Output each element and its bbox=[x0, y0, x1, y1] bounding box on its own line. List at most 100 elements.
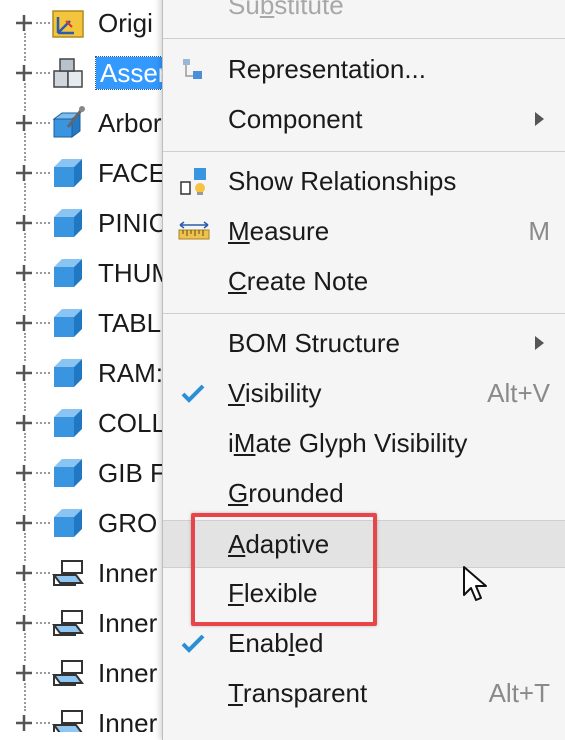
tree-node-label[interactable]: COLL bbox=[98, 407, 166, 439]
submenu-arrow-icon bbox=[535, 112, 544, 126]
part-cube-icon bbox=[54, 359, 82, 387]
tree-connector bbox=[36, 472, 50, 474]
tree-connector bbox=[36, 522, 50, 524]
tree-connector bbox=[24, 383, 26, 411]
tree-node-label[interactable]: PINIC bbox=[98, 207, 166, 239]
tree-node-label[interactable]: THUM bbox=[98, 257, 166, 289]
representation-icon bbox=[183, 59, 202, 79]
tree-connector bbox=[36, 22, 50, 24]
tree-node-label[interactable]: Inner bbox=[98, 707, 157, 732]
tree-node-label[interactable]: RAM: bbox=[98, 357, 163, 389]
menu-item-label[interactable]: Flexible bbox=[228, 577, 318, 609]
tree-connector bbox=[24, 33, 26, 61]
expand-plus-icon[interactable] bbox=[14, 13, 34, 33]
menu-item-component[interactable]: Component bbox=[163, 96, 565, 142]
tree-node-work-plane[interactable]: Inner bbox=[0, 683, 166, 732]
tree-node-label[interactable]: Inner bbox=[98, 657, 157, 689]
menu-item-label[interactable]: Component bbox=[228, 103, 362, 135]
tree-node-label[interactable]: Inner bbox=[98, 557, 157, 589]
tree-connector bbox=[36, 72, 50, 74]
tree-node-label[interactable]: GRO bbox=[98, 507, 157, 539]
menu-item-transparent[interactable]: Transparent Alt+T bbox=[163, 670, 565, 716]
part-cube-icon bbox=[54, 309, 82, 337]
menu-item-label[interactable]: Representation... bbox=[228, 53, 426, 85]
tree-node-label[interactable]: Origi bbox=[98, 7, 153, 39]
tree-connector bbox=[36, 622, 50, 624]
tree-connector bbox=[36, 122, 50, 124]
tree-node-label[interactable]: Inner bbox=[98, 607, 157, 639]
expand-plus-icon[interactable] bbox=[14, 263, 34, 283]
tree-connector bbox=[24, 483, 26, 511]
menu-item-label[interactable]: Transparent bbox=[228, 677, 367, 709]
menu-item-flexible[interactable]: Flexible bbox=[163, 570, 565, 616]
context-menu: Substitute Representation... Component S… bbox=[162, 0, 565, 740]
checkmark-icon bbox=[181, 634, 205, 653]
menu-item-label[interactable]: Grounded bbox=[228, 477, 344, 509]
menu-shortcut: M bbox=[528, 216, 550, 246]
tree-node-label[interactable]: TABL bbox=[98, 307, 161, 339]
menu-item-label[interactable]: Visibility bbox=[228, 377, 321, 409]
menu-item-label[interactable]: Show Relationships bbox=[228, 165, 456, 197]
expand-plus-icon[interactable] bbox=[14, 63, 34, 83]
menu-item-grounded[interactable]: Grounded bbox=[163, 470, 565, 516]
assembly-icon bbox=[53, 58, 83, 88]
expand-plus-icon[interactable] bbox=[14, 513, 34, 533]
part-cube-icon bbox=[54, 509, 82, 537]
menu-item-adaptive[interactable]: Adaptive bbox=[163, 520, 565, 568]
tree-node-label[interactable]: FACE bbox=[98, 157, 166, 189]
tree-connector bbox=[36, 672, 50, 674]
expand-plus-icon[interactable] bbox=[14, 363, 34, 383]
checkmark-icon bbox=[181, 384, 205, 403]
tree-connector bbox=[36, 722, 50, 724]
menu-item-create-note[interactable]: Create Note bbox=[163, 258, 565, 304]
tree-connector bbox=[36, 422, 50, 424]
menu-separator bbox=[163, 38, 565, 39]
expand-plus-icon[interactable] bbox=[14, 163, 34, 183]
expand-plus-icon[interactable] bbox=[14, 413, 34, 433]
menu-item-label[interactable]: iMate Glyph Visibility bbox=[228, 427, 467, 459]
menu-item-label[interactable]: Enabled bbox=[228, 627, 323, 659]
tree-connector bbox=[36, 322, 50, 324]
tree-node-label[interactable]: Arbor bbox=[98, 107, 162, 139]
tree-connector bbox=[36, 572, 50, 574]
menu-item-show-relationships[interactable]: Show Relationships bbox=[163, 158, 565, 204]
expand-plus-icon[interactable] bbox=[14, 463, 34, 483]
tree-connector bbox=[24, 433, 26, 461]
menu-shortcut: Alt+V bbox=[487, 378, 550, 408]
menu-item-measure[interactable]: Measure M bbox=[163, 208, 565, 254]
menu-item-visibility[interactable]: Visibility Alt+V bbox=[163, 370, 565, 416]
menu-item-representation[interactable]: Representation... bbox=[163, 46, 565, 92]
part-cube-icon bbox=[54, 259, 82, 287]
tree-connector bbox=[24, 83, 26, 111]
expand-plus-icon[interactable] bbox=[14, 663, 34, 683]
part-cube-icon bbox=[54, 459, 82, 487]
expand-plus-icon[interactable] bbox=[14, 563, 34, 583]
expand-plus-icon[interactable] bbox=[14, 613, 34, 633]
mouse-pointer-icon bbox=[463, 566, 487, 601]
tree-node-label[interactable]: GIB F bbox=[98, 457, 166, 489]
tree-connector bbox=[24, 633, 26, 661]
menu-item-bom-structure[interactable]: BOM Structure bbox=[163, 320, 565, 366]
menu-item-label: Substitute bbox=[228, 0, 344, 20]
submenu-arrow-icon bbox=[535, 336, 544, 350]
part-cube-icon bbox=[54, 209, 82, 237]
model-browser-tree: Origi Asser Arbor FACE PINIC THUM TABL R… bbox=[0, 0, 166, 732]
menu-item-label[interactable]: Adaptive bbox=[228, 528, 329, 560]
menu-item-label[interactable]: BOM Structure bbox=[228, 327, 400, 359]
expand-plus-icon[interactable] bbox=[14, 113, 34, 133]
expand-plus-icon[interactable] bbox=[14, 713, 34, 732]
expand-plus-icon[interactable] bbox=[14, 213, 34, 233]
plane-icon bbox=[52, 660, 84, 686]
menu-item-label[interactable]: Measure bbox=[228, 215, 329, 247]
menu-item-imate-glyph-visibility[interactable]: iMate Glyph Visibility bbox=[163, 420, 565, 466]
origin-folder-icon bbox=[52, 10, 84, 38]
menu-item-enabled[interactable]: Enabled bbox=[163, 620, 565, 666]
menu-item-label[interactable]: Create Note bbox=[228, 265, 368, 297]
menu-shortcut: Alt+T bbox=[488, 678, 550, 708]
plane-icon bbox=[52, 560, 84, 586]
plane-icon bbox=[52, 610, 84, 636]
expand-plus-icon[interactable] bbox=[14, 313, 34, 333]
tree-connector bbox=[24, 333, 26, 361]
tree-connector bbox=[24, 233, 26, 261]
tree-node-label[interactable]: Asser bbox=[94, 56, 166, 90]
